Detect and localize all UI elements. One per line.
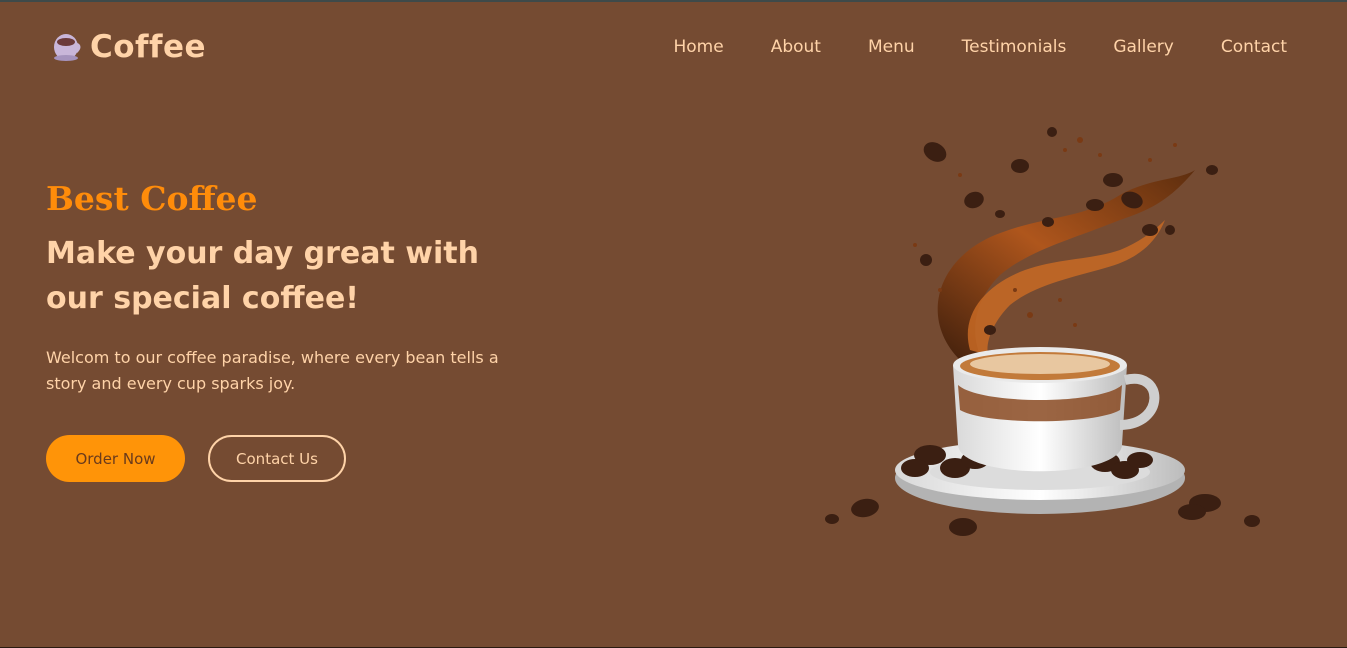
coffee-splash-image bbox=[825, 127, 1260, 536]
brand-logo[interactable]: Coffee bbox=[52, 29, 206, 65]
order-now-button[interactable]: Order Now bbox=[46, 435, 185, 482]
hero-buttons: Order Now Contact Us bbox=[46, 435, 546, 482]
nav-contact[interactable]: Contact bbox=[1221, 36, 1287, 58]
hero-description: Welcom to our coffee paradise, where eve… bbox=[46, 348, 499, 393]
coffee-cup-icon bbox=[54, 34, 81, 61]
nav-home[interactable]: Home bbox=[674, 36, 724, 58]
brand-name: Coffee bbox=[90, 29, 207, 65]
main-nav: Home About Menu Testimonials Gallery Con… bbox=[627, 36, 1288, 58]
contact-us-button[interactable]: Contact Us bbox=[208, 435, 346, 482]
hero-section: Best Coffee Make your day great with our… bbox=[46, 178, 546, 482]
hero-kicker: Best Coffee bbox=[46, 179, 258, 218]
nav-gallery[interactable]: Gallery bbox=[1113, 36, 1174, 58]
nav-about[interactable]: About bbox=[771, 36, 821, 58]
nav-testimonials[interactable]: Testimonials bbox=[962, 36, 1067, 58]
hero-headline: Make your day great with our special cof… bbox=[46, 236, 479, 316]
nav-menu[interactable]: Menu bbox=[868, 36, 915, 58]
